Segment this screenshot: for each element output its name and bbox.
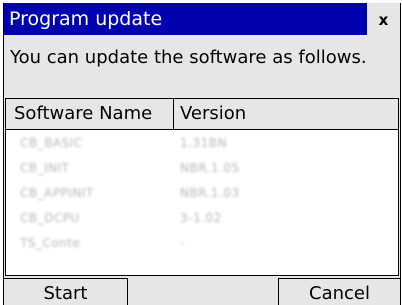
- program-update-dialog: Program update x You can update the soft…: [3, 3, 401, 305]
- column-separator[interactable]: [173, 99, 174, 129]
- software-version: NBR.1.05: [180, 161, 240, 175]
- list-rows: CB_BASIC 1.31BN CB_INIT NBR.1.05 CB_APPI…: [6, 132, 398, 257]
- list-item[interactable]: CB_APPINIT NBR.1.03: [6, 182, 398, 207]
- list-item[interactable]: CB_INIT NBR.1.05: [6, 157, 398, 182]
- software-version: NBR.1.03: [180, 186, 240, 200]
- button-bar: Start Cancel: [4, 278, 400, 305]
- list-item[interactable]: CB_BASIC 1.31BN: [6, 132, 398, 157]
- software-name: CB_INIT: [20, 161, 70, 175]
- list-header: Software Name Version: [6, 99, 398, 130]
- software-name: CB_BASIC: [20, 136, 83, 150]
- instructions-text: You can update the software as follows.: [10, 47, 367, 68]
- software-version: 3-1.02: [180, 211, 222, 225]
- column-header-software-name[interactable]: Software Name: [14, 102, 152, 126]
- software-name: CB_DCPU: [20, 211, 80, 225]
- close-button[interactable]: x: [367, 3, 400, 35]
- dialog-title: Program update: [9, 8, 163, 30]
- software-name: CB_APPINIT: [20, 186, 94, 200]
- cancel-button[interactable]: Cancel: [278, 278, 400, 305]
- column-header-version[interactable]: Version: [180, 102, 246, 126]
- software-list[interactable]: Software Name Version CB_BASIC 1.31BN CB…: [5, 98, 399, 276]
- software-name: TS_Conte: [20, 236, 81, 250]
- list-item[interactable]: TS_Conte -: [6, 232, 398, 257]
- title-bar: Program update x: [4, 3, 400, 35]
- start-button[interactable]: Start: [4, 278, 128, 305]
- software-version: -: [180, 236, 185, 250]
- list-item[interactable]: CB_DCPU 3-1.02: [6, 207, 398, 232]
- software-version: 1.31BN: [180, 136, 227, 150]
